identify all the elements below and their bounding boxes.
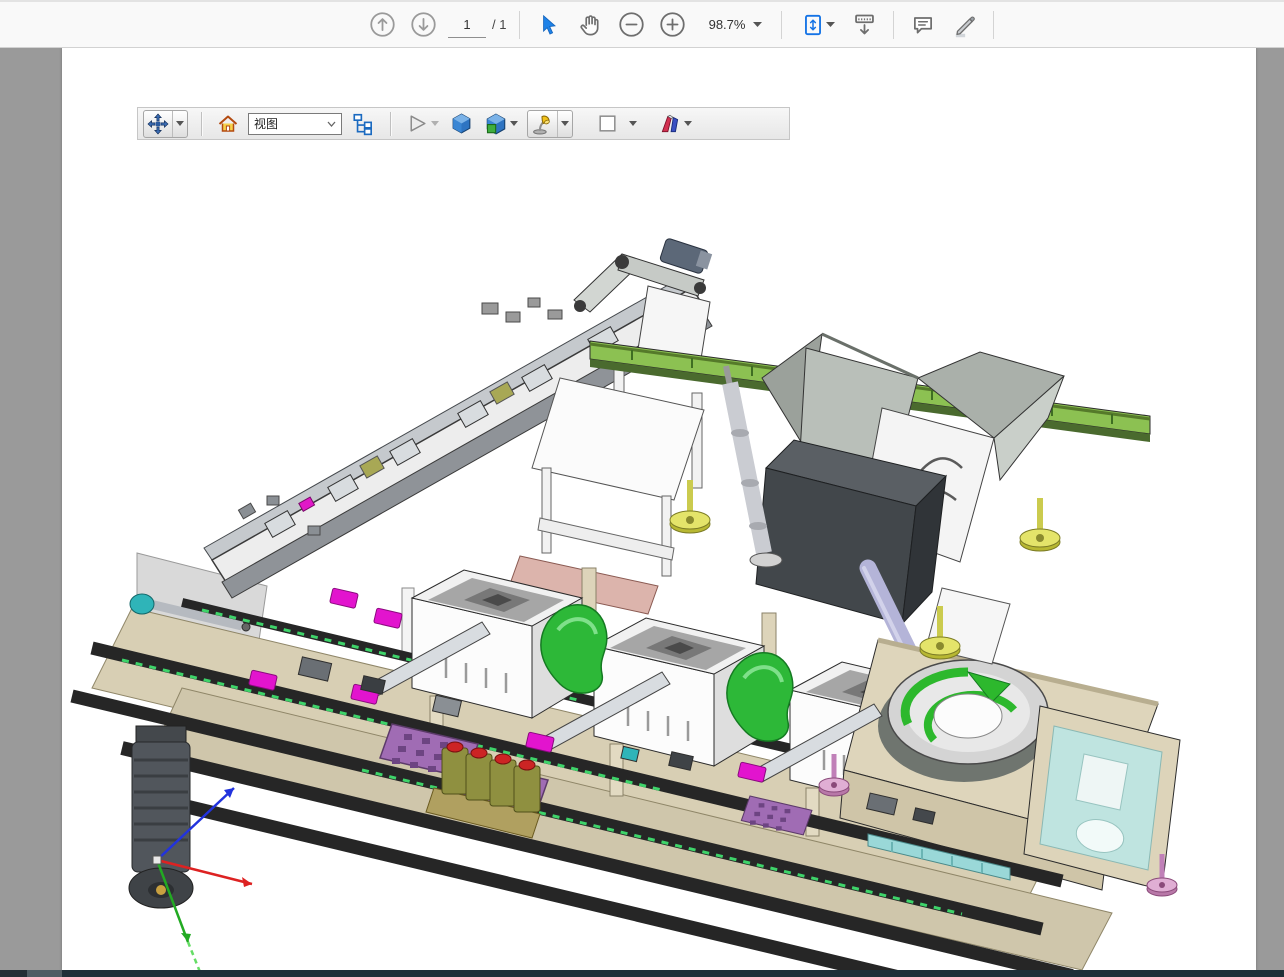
yellow-foot (1020, 498, 1060, 551)
page-fit-button[interactable] (795, 9, 839, 41)
cad-3d-viewport[interactable] (62, 48, 1256, 970)
toolbar-separator (893, 11, 894, 39)
background-color-button[interactable] (594, 111, 639, 137)
page-total-label: / 1 (492, 17, 506, 32)
view-dropdown[interactable]: 视图 (248, 113, 342, 135)
add-comment-button[interactable] (907, 9, 939, 41)
toolbar-separator (993, 11, 994, 39)
chevron-down-icon (826, 22, 835, 27)
taskbar-segment-main (62, 970, 1284, 977)
highlighter-icon (950, 11, 978, 39)
chevron-down-icon (431, 121, 439, 126)
hand-tool-button[interactable] (574, 9, 606, 41)
default-view-home-button[interactable] (215, 111, 241, 137)
chevron-down-icon (510, 121, 518, 126)
arrow-up-circle-icon (369, 11, 396, 38)
arrow-down-circle-icon (410, 11, 437, 38)
page-number-input[interactable] (448, 11, 486, 38)
chevron-down-icon (753, 22, 762, 27)
fit-page-icon (800, 12, 826, 38)
fit-width-icon (851, 11, 878, 38)
minus-circle-icon (618, 11, 645, 38)
magenta-slider (374, 608, 403, 628)
cross-section-icon (658, 112, 682, 136)
chevron-down-icon (561, 121, 569, 126)
lighting-mode-tool (527, 110, 573, 138)
toolbar-separator (390, 112, 391, 136)
lighting-mode-button[interactable] (528, 111, 557, 137)
gear-motor (129, 726, 193, 908)
pdf-toolbar: / 1 98.7% (0, 0, 1284, 48)
magenta-slider (330, 588, 359, 608)
toolbar-separator (201, 112, 202, 136)
chevron-down-icon (684, 121, 692, 126)
toolbar-separator (519, 11, 520, 39)
pdf-toolbar-row: / 1 98.7% (366, 2, 998, 47)
taskbar-segment-light (27, 970, 62, 977)
projection-cube-button[interactable] (448, 111, 475, 137)
cube-green-face-icon (484, 112, 508, 136)
zoom-level-value: 98.7% (703, 17, 745, 32)
viewer-3d-toolbar: 视图 (137, 107, 790, 140)
hand-icon (577, 11, 604, 38)
desk-lamp-icon (531, 112, 554, 135)
chevron-down-icon (176, 121, 184, 126)
pan-rotate-tool (143, 110, 188, 138)
model-tree-button[interactable] (349, 111, 377, 137)
plus-circle-icon (659, 11, 686, 38)
zoom-out-button[interactable] (615, 9, 647, 41)
view-dropdown-value: 视图 (254, 115, 278, 132)
pan-4way-arrow-icon (147, 113, 169, 135)
scrolling-mode-button[interactable] (848, 9, 880, 41)
toolbar-separator (781, 11, 782, 39)
play-animation-button[interactable] (404, 111, 441, 137)
chevron-down-icon (327, 121, 336, 127)
play-icon (406, 112, 429, 135)
view-orientation-button[interactable] (482, 111, 520, 137)
next-page-button[interactable] (407, 9, 439, 41)
zoom-level-select[interactable]: 98.7% (697, 13, 768, 36)
pdf-page: 视图 (62, 48, 1256, 970)
comment-bubble-icon (910, 12, 936, 38)
cursor-arrow-icon (536, 12, 562, 38)
zoom-in-button[interactable] (656, 9, 688, 41)
pan-rotate-dropdown[interactable] (172, 111, 187, 137)
cross-section-button[interactable] (656, 111, 694, 137)
home-icon (217, 113, 239, 135)
previous-page-button[interactable] (366, 9, 398, 41)
taskbar-segment-dark (0, 970, 27, 977)
lighting-mode-dropdown[interactable] (557, 111, 572, 137)
select-tool-button[interactable] (533, 9, 565, 41)
blue-cube-icon (450, 112, 473, 135)
highlight-text-button[interactable] (948, 9, 980, 41)
pan-rotate-button[interactable] (144, 111, 172, 137)
model-tree-icon (351, 112, 375, 136)
chevron-down-icon (629, 121, 637, 126)
document-area: 视图 (0, 48, 1284, 970)
taskbar-edge[interactable] (0, 970, 1284, 977)
background-swatch-icon (596, 112, 619, 135)
page-number-group: / 1 (448, 11, 506, 38)
